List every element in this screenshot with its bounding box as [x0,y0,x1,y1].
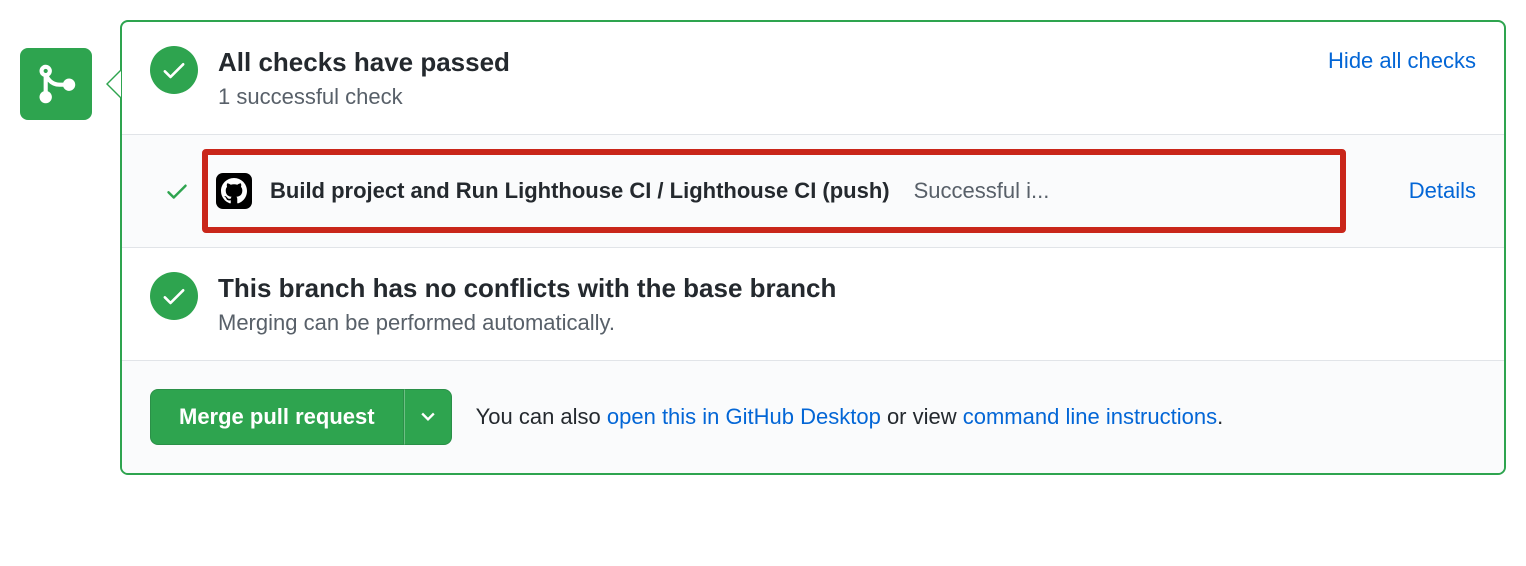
conflicts-section: This branch has no conflicts with the ba… [122,248,1504,361]
github-icon [216,173,252,209]
caret-down-icon [421,412,435,422]
check-item-row: Build project and Run Lighthouse CI / Li… [122,135,1504,248]
merge-pull-request-button[interactable]: Merge pull request [150,389,404,445]
conflicts-subtitle: Merging can be performed automatically. [218,310,1476,336]
check-item-name: Build project and Run Lighthouse CI / Li… [270,178,890,204]
checks-subtitle: 1 successful check [218,84,1476,110]
merge-panel: All checks have passed 1 successful chec… [120,20,1506,475]
checks-summary-section: All checks have passed 1 successful chec… [122,22,1504,135]
conflicts-title: This branch has no conflicts with the ba… [218,272,1476,306]
checks-title: All checks have passed [218,46,1476,80]
merge-footer: Merge pull request You can also open thi… [122,361,1504,473]
check-success-icon [150,46,198,94]
github-desktop-link[interactable]: open this in GitHub Desktop [607,404,881,429]
check-item-highlight: Build project and Run Lighthouse CI / Li… [202,149,1346,233]
merge-button-group: Merge pull request [150,389,452,445]
merge-options-dropdown[interactable] [404,389,452,445]
merge-status-icon [20,48,92,120]
check-item-success-icon [164,178,190,204]
command-line-instructions-link[interactable]: command line instructions [963,404,1217,429]
merge-footer-text: You can also open this in GitHub Desktop… [476,404,1224,430]
conflicts-success-icon [150,272,198,320]
check-details-link[interactable]: Details [1409,178,1476,204]
hide-all-checks-link[interactable]: Hide all checks [1328,48,1476,74]
check-item-status: Successful i... [914,178,1050,204]
